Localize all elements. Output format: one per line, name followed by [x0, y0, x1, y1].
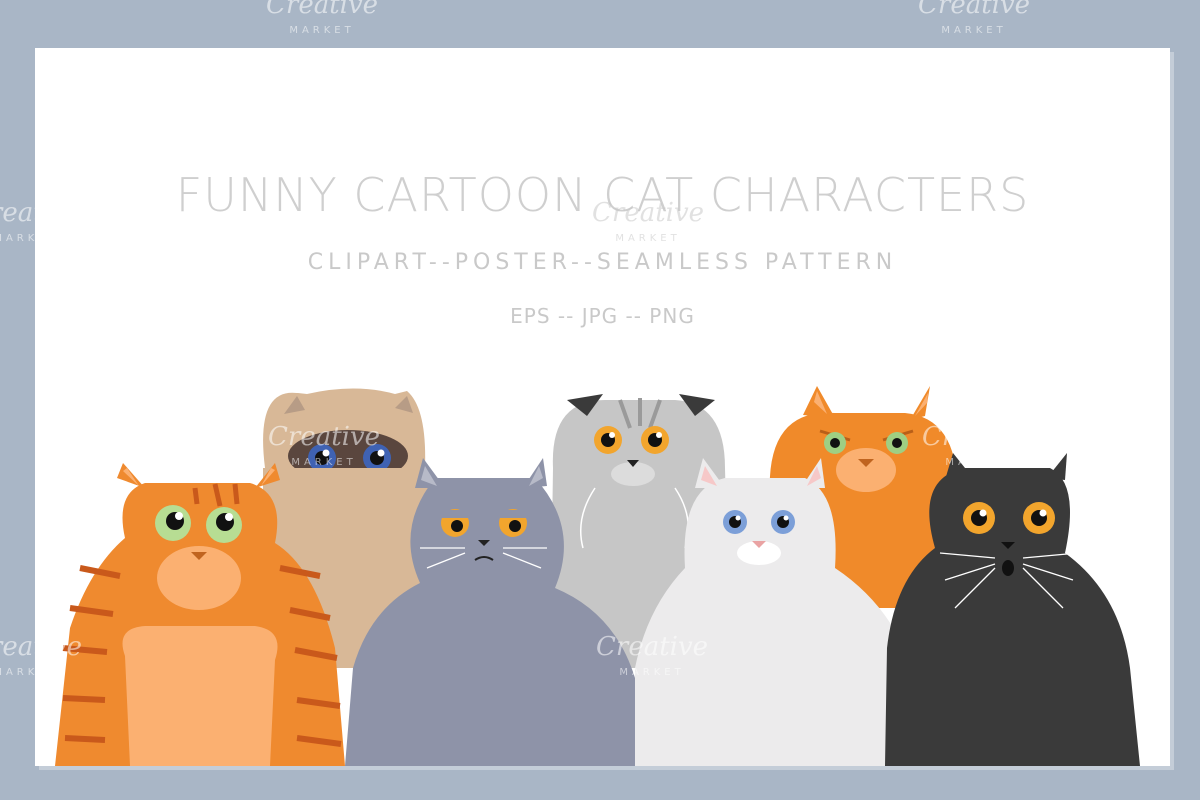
cats-illustration — [55, 386, 1140, 766]
poster-card: FUNNY CARTOON CAT CHARACTERS CLIPART--PO… — [35, 48, 1170, 766]
watermark: CreativeMARKET — [266, 0, 379, 36]
watermark: CreativeMARKET — [918, 0, 1031, 36]
